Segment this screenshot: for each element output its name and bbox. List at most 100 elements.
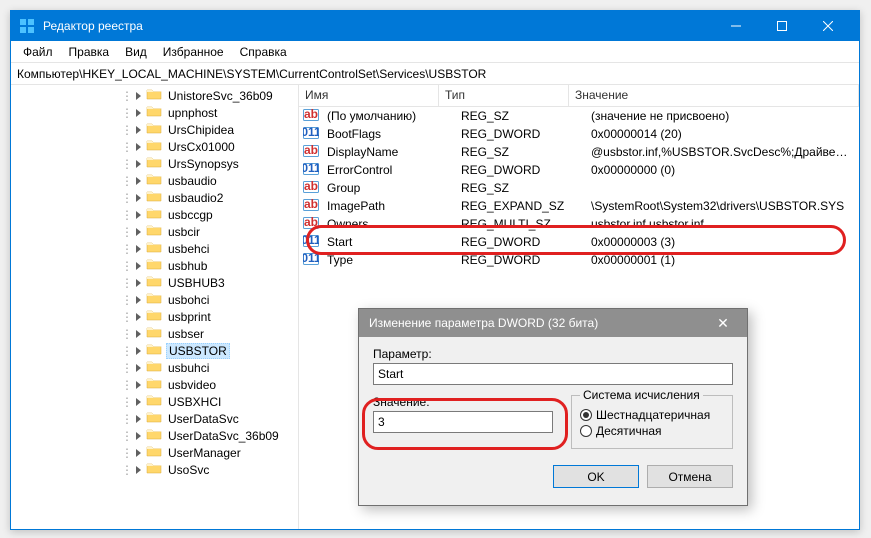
tree-item[interactable]: ⋮UrsSynopsys	[11, 155, 298, 172]
tree-item[interactable]: ⋮UserManager	[11, 444, 298, 461]
tree-item[interactable]: ⋮USBHUB3	[11, 274, 298, 291]
expander-icon[interactable]	[133, 413, 144, 424]
tree-item[interactable]: ⋮usbohci	[11, 291, 298, 308]
maximize-button[interactable]	[759, 11, 805, 41]
expander-icon[interactable]	[133, 107, 144, 118]
address-bar[interactable]: Компьютер\HKEY_LOCAL_MACHINE\SYSTEM\Curr…	[11, 63, 859, 85]
value-type: REG_DWORD	[455, 252, 585, 268]
menu-help[interactable]: Справка	[232, 43, 295, 61]
value-row[interactable]: abOwnersREG_MULTI_SZusbstor.inf usbstor.…	[299, 215, 859, 233]
tree-panel[interactable]: ⋮UnistoreSvc_36b09⋮upnphost⋮UrsChipidea⋮…	[11, 85, 299, 529]
expander-icon[interactable]	[133, 362, 144, 373]
value-row[interactable]: abGroupREG_SZ	[299, 179, 859, 197]
tree-item[interactable]: ⋮usbaudio	[11, 172, 298, 189]
expander-icon[interactable]	[133, 379, 144, 390]
titlebar: Редактор реестра	[11, 11, 859, 41]
expander-icon[interactable]	[133, 345, 144, 356]
tree-item[interactable]: ⋮USBSTOR	[11, 342, 298, 359]
tree-item-label: usbohci	[166, 293, 211, 307]
tree-item[interactable]: ⋮usbprint	[11, 308, 298, 325]
expander-icon[interactable]	[133, 175, 144, 186]
value-row[interactable]: ab(По умолчанию)REG_SZ(значение не присв…	[299, 107, 859, 125]
expander-icon[interactable]	[133, 464, 144, 475]
svg-text:ab: ab	[304, 108, 318, 121]
folder-icon	[146, 274, 166, 291]
col-type[interactable]: Тип	[439, 85, 569, 106]
svg-text:ab: ab	[304, 180, 318, 193]
value-type: REG_DWORD	[455, 162, 585, 178]
expander-icon[interactable]	[133, 141, 144, 152]
value-row[interactable]: 011BootFlagsREG_DWORD0x00000014 (20)	[299, 125, 859, 143]
value-data: 0x00000000 (0)	[585, 162, 859, 178]
tree-item[interactable]: ⋮UrsChipidea	[11, 121, 298, 138]
value-input[interactable]	[373, 411, 553, 433]
expander-icon[interactable]	[133, 294, 144, 305]
value-row[interactable]: abDisplayNameREG_SZ@usbstor.inf,%USBSTOR…	[299, 143, 859, 161]
col-name[interactable]: Имя	[299, 85, 439, 106]
tree-guide: ⋮	[121, 242, 131, 256]
radix-dec-option[interactable]: Десятичная	[580, 424, 724, 438]
expander-icon[interactable]	[133, 328, 144, 339]
tree-guide: ⋮	[121, 225, 131, 239]
menu-edit[interactable]: Правка	[61, 43, 118, 61]
value-row[interactable]: 011StartREG_DWORD0x00000003 (3)	[299, 233, 859, 251]
tree-item[interactable]: ⋮UrsCx01000	[11, 138, 298, 155]
tree-item[interactable]: ⋮UsoSvc	[11, 461, 298, 478]
value-row[interactable]: 011TypeREG_DWORD0x00000001 (1)	[299, 251, 859, 269]
tree-item[interactable]: ⋮UserDataSvc_36b09	[11, 427, 298, 444]
menu-view[interactable]: Вид	[117, 43, 155, 61]
tree-item[interactable]: ⋮upnphost	[11, 104, 298, 121]
dialog-close-button[interactable]: ✕	[709, 315, 737, 332]
expander-icon[interactable]	[133, 260, 144, 271]
value-name: Type	[321, 252, 455, 268]
value-row[interactable]: 011ErrorControlREG_DWORD0x00000000 (0)	[299, 161, 859, 179]
value-name: DisplayName	[321, 144, 455, 160]
tree-guide: ⋮	[121, 412, 131, 426]
tree-guide: ⋮	[121, 89, 131, 103]
folder-icon	[146, 376, 166, 393]
tree-item[interactable]: ⋮usbvideo	[11, 376, 298, 393]
tree-item[interactable]: ⋮usbuhci	[11, 359, 298, 376]
tree-item[interactable]: ⋮usbccgp	[11, 206, 298, 223]
tree-item[interactable]: ⋮USBXHCI	[11, 393, 298, 410]
expander-icon[interactable]	[133, 158, 144, 169]
edit-dword-dialog: Изменение параметра DWORD (32 бита) ✕ Па…	[358, 308, 748, 506]
tree-guide: ⋮	[121, 395, 131, 409]
tree-item[interactable]: ⋮usbcir	[11, 223, 298, 240]
expander-icon[interactable]	[133, 90, 144, 101]
param-input[interactable]	[373, 363, 733, 385]
menu-file[interactable]: Файл	[15, 43, 61, 61]
tree-item-label: USBHUB3	[166, 276, 227, 290]
tree-item[interactable]: ⋮usbser	[11, 325, 298, 342]
string-value-icon: ab	[299, 144, 321, 161]
tree-item-label: UrsChipidea	[166, 123, 236, 137]
radix-hex-option[interactable]: Шестнадцатеричная	[580, 408, 724, 422]
tree-item[interactable]: ⋮usbehci	[11, 240, 298, 257]
expander-icon[interactable]	[133, 430, 144, 441]
close-button[interactable]	[805, 11, 851, 41]
tree-item[interactable]: ⋮usbhub	[11, 257, 298, 274]
expander-icon[interactable]	[133, 124, 144, 135]
tree-item[interactable]: ⋮UnistoreSvc_36b09	[11, 87, 298, 104]
col-value[interactable]: Значение	[569, 85, 859, 106]
cancel-button[interactable]: Отмена	[647, 465, 733, 488]
expander-icon[interactable]	[133, 209, 144, 220]
window-title: Редактор реестра	[43, 19, 713, 33]
expander-icon[interactable]	[133, 311, 144, 322]
expander-icon[interactable]	[133, 192, 144, 203]
expander-icon[interactable]	[133, 277, 144, 288]
value-row[interactable]: abImagePathREG_EXPAND_SZ\SystemRoot\Syst…	[299, 197, 859, 215]
menu-favorites[interactable]: Избранное	[155, 43, 232, 61]
tree-item-label: usbccgp	[166, 208, 215, 222]
ok-button[interactable]: OK	[553, 465, 639, 488]
expander-icon[interactable]	[133, 226, 144, 237]
svg-text:ab: ab	[304, 144, 318, 157]
tree-item[interactable]: ⋮UserDataSvc	[11, 410, 298, 427]
value-data: 0x00000003 (3)	[585, 234, 859, 250]
tree-item[interactable]: ⋮usbaudio2	[11, 189, 298, 206]
minimize-button[interactable]	[713, 11, 759, 41]
expander-icon[interactable]	[133, 447, 144, 458]
expander-icon[interactable]	[133, 396, 144, 407]
expander-icon[interactable]	[133, 243, 144, 254]
tree-item-label: UrsSynopsys	[166, 157, 241, 171]
